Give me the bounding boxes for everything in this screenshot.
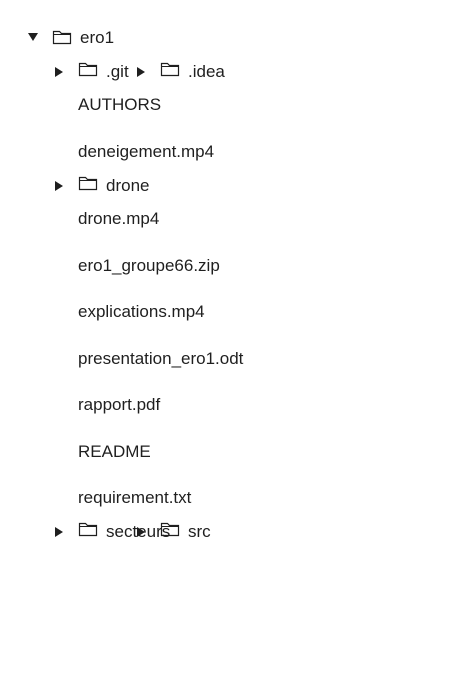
tree-item-label: AUTHORS — [78, 95, 162, 115]
tree-item-src[interactable]: src — [82, 521, 211, 540]
tree-item-label: presentation_ero1.odt — [78, 348, 244, 368]
tree-item-deneigement-mp4[interactable]: deneigement.mp4 — [0, 128, 462, 175]
triangle-right-icon[interactable] — [54, 180, 64, 192]
tree-item-git[interactable]: .git — [0, 61, 129, 80]
file-tree: ero1 .git .idea AUTHORS deneigement.mp4 dron… — [0, 14, 462, 542]
tree-item-label: explications.mp4 — [78, 302, 205, 322]
tree-item-label: drone.mp4 — [78, 209, 160, 229]
folder-icon — [160, 61, 180, 77]
tree-item-label: rapport.pdf — [78, 395, 161, 415]
triangle-right-icon[interactable] — [136, 526, 146, 538]
tree-item-authors[interactable]: AUTHORS — [0, 82, 462, 129]
folder-icon — [52, 29, 72, 45]
tree-item-explications-mp4[interactable]: explications.mp4 — [0, 289, 462, 336]
tree-item-drone-mp4[interactable]: drone.mp4 — [0, 196, 462, 243]
tree-item-label: ero1_groupe66.zip — [78, 255, 220, 275]
tree-item-label: deneigement.mp4 — [78, 141, 215, 161]
folder-icon — [160, 521, 180, 537]
tree-item-label: README — [78, 441, 151, 461]
tree-item-idea[interactable]: .idea — [82, 61, 225, 80]
tree-item-presentation-ero1-odt[interactable]: presentation_ero1.odt — [0, 335, 462, 382]
tree-item-ero1-groupe66-zip[interactable]: ero1_groupe66.zip — [0, 242, 462, 289]
tree-item-readme[interactable]: README — [0, 428, 462, 475]
tree-item-label: src — [188, 522, 211, 541]
folder-icon — [78, 175, 98, 191]
tree-item-label: .idea — [188, 61, 225, 81]
tree-item-rapport-pdf[interactable]: rapport.pdf — [0, 382, 462, 429]
tree-item-secteurs[interactable]: secteurs — [0, 521, 170, 540]
tree-item-drone[interactable]: drone — [0, 175, 149, 194]
tree-item-label: ero1 — [80, 27, 115, 47]
tree-item-label: requirement.txt — [78, 488, 192, 508]
tree-item-requirement-txt[interactable]: requirement.txt — [0, 475, 462, 522]
triangle-right-icon[interactable] — [136, 66, 146, 78]
triangle-down-icon[interactable] — [28, 31, 38, 43]
tree-item-label: drone — [106, 175, 150, 195]
tree-item-ero1[interactable]: ero1 — [0, 14, 462, 61]
triangle-right-icon[interactable] — [54, 66, 64, 78]
triangle-right-icon[interactable] — [54, 526, 64, 538]
